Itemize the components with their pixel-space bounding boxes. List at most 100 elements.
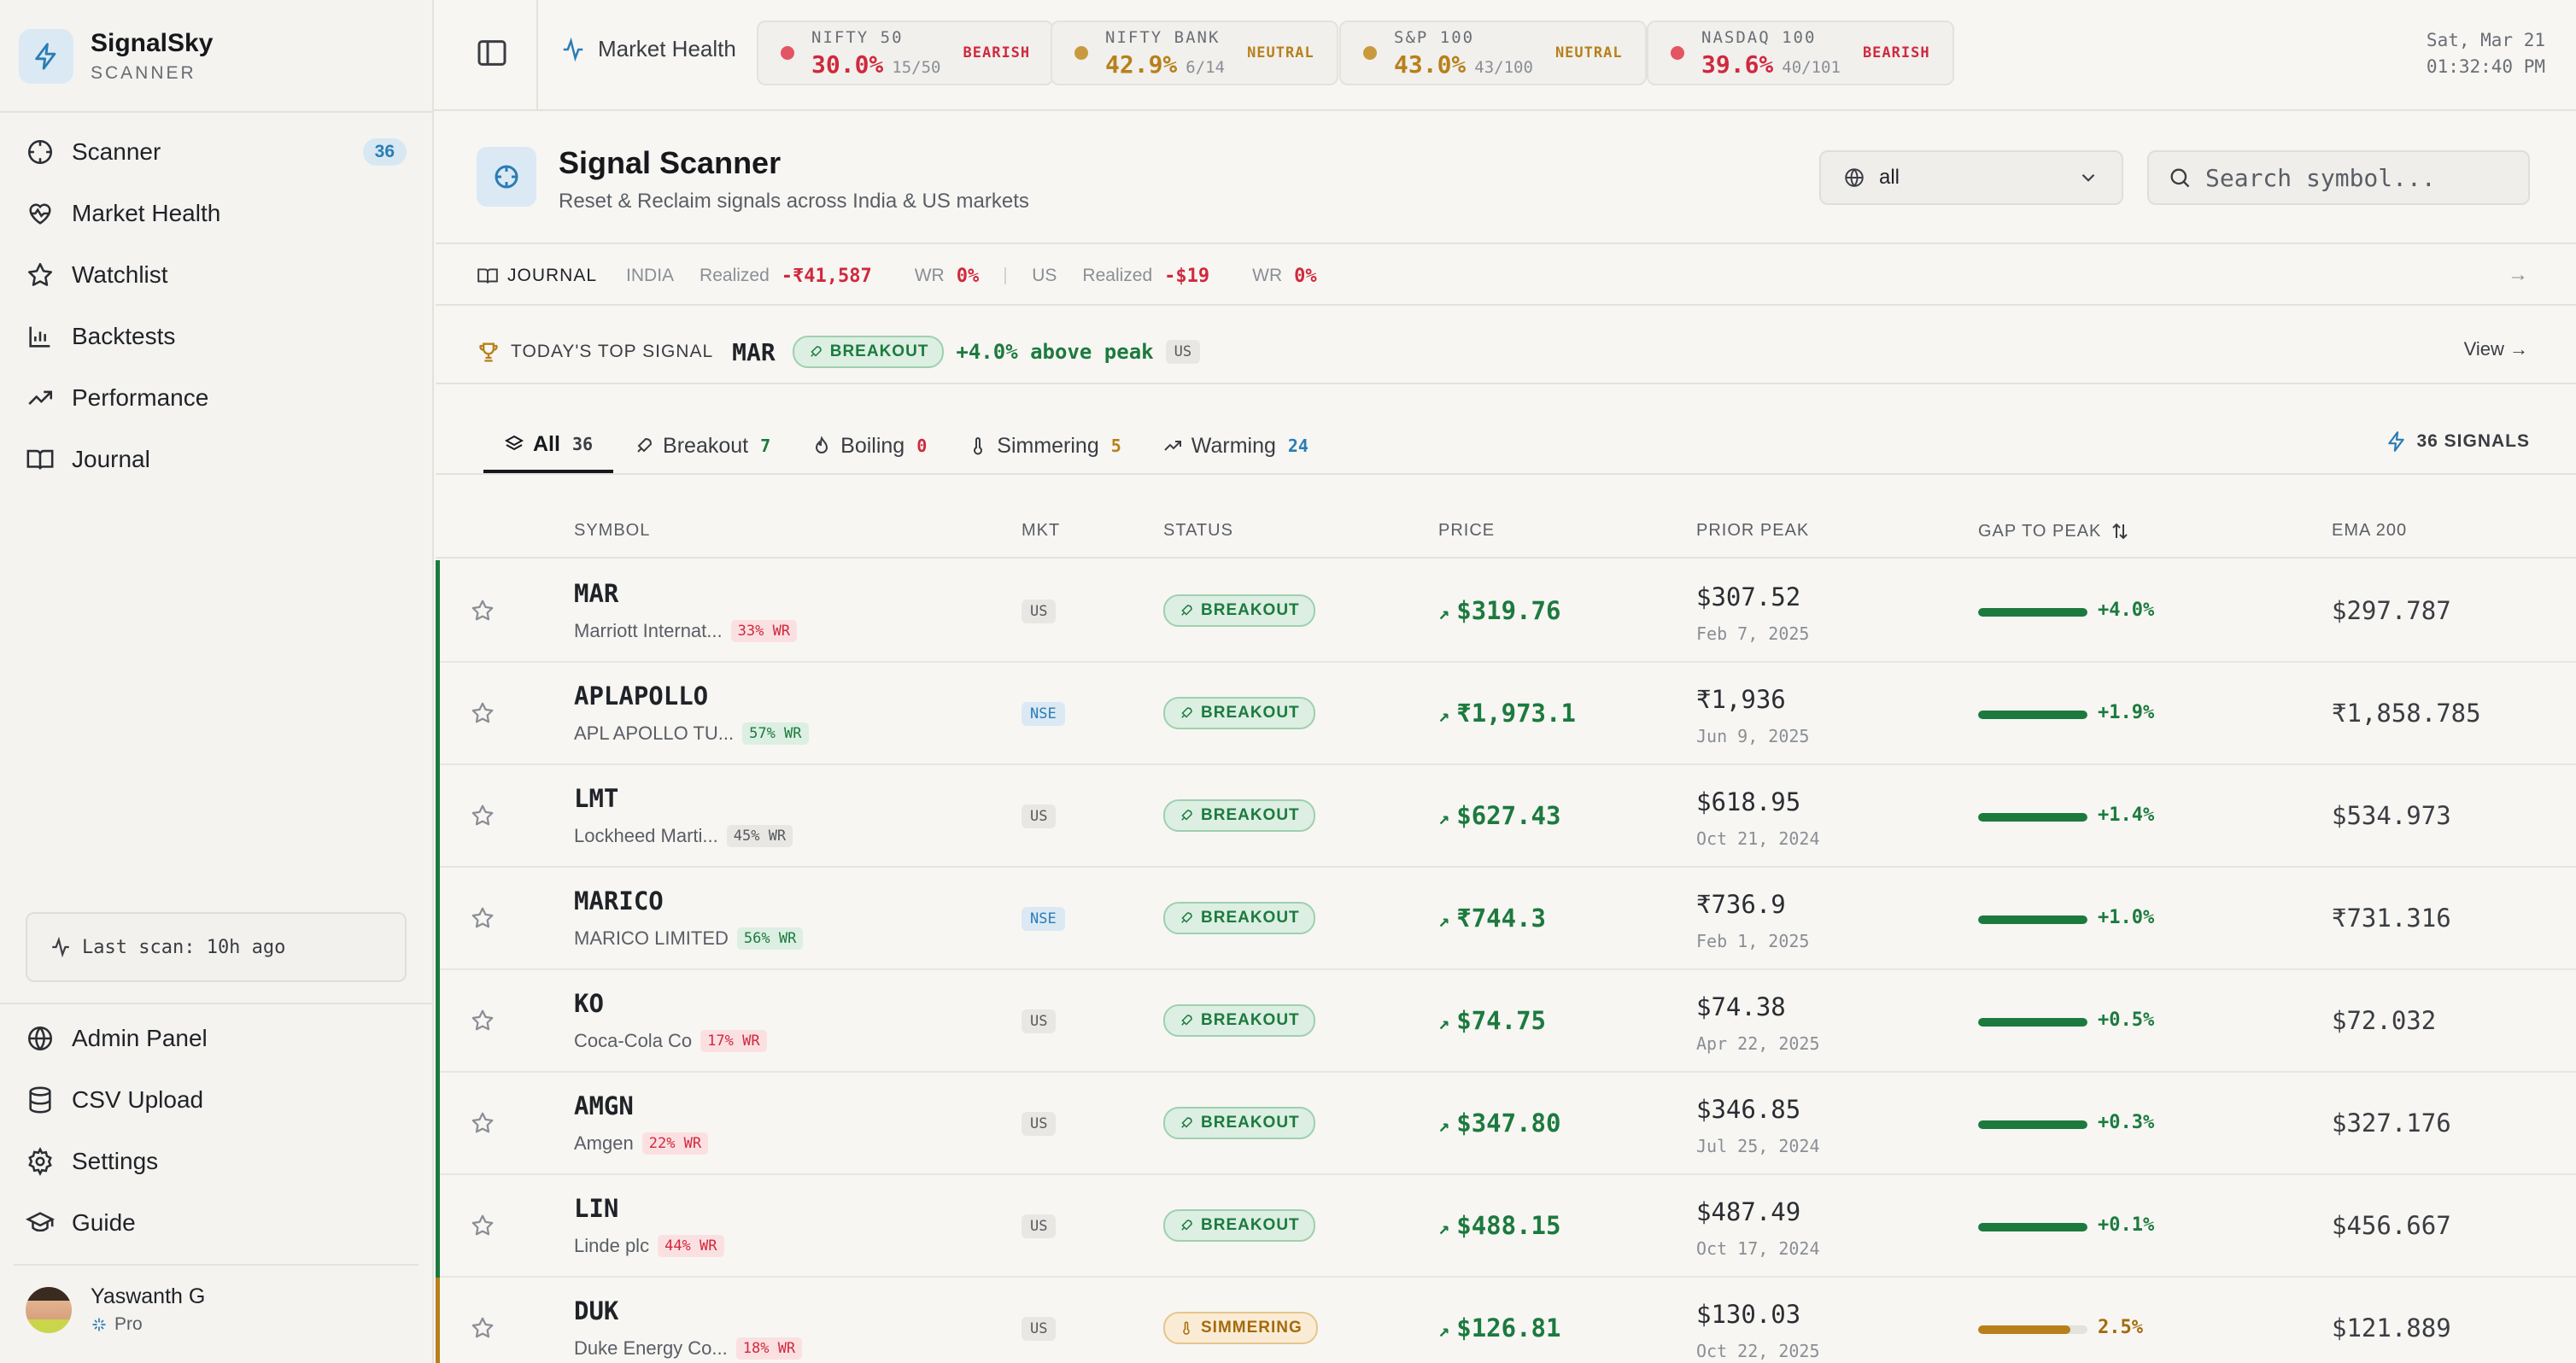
- user-profile[interactable]: Yaswanth G Pro: [26, 1284, 205, 1335]
- sidebar-item-guide[interactable]: Guide: [14, 1192, 407, 1254]
- search-input[interactable]: [2205, 163, 2513, 192]
- gap-progress-fill: [1978, 1223, 2087, 1231]
- status-badge: SIMMERING: [1163, 1312, 1318, 1344]
- index-card-sp-100[interactable]: S&P 100 43.0% 43/100 NEUTRAL: [1339, 20, 1647, 85]
- row-prior-peak: ₹736.9: [1696, 890, 1786, 919]
- index-card-nasdaq-100[interactable]: NASDAQ 100 39.6% 40/101 BEARISH: [1647, 20, 1954, 85]
- column-header-price[interactable]: PRICE: [1438, 521, 1495, 541]
- row-price-value: ₹744.3: [1456, 904, 1547, 933]
- view-top-signal-link[interactable]: View →: [2464, 338, 2528, 360]
- top-signal-status: BREAKOUT: [829, 342, 929, 360]
- column-header-gap[interactable]: GAP TO PEAK: [1978, 521, 2130, 541]
- star-icon[interactable]: [470, 1110, 495, 1136]
- gap-progress-fill: [1978, 813, 2087, 822]
- tab-boiling[interactable]: Boiling 0: [791, 418, 947, 473]
- brand[interactable]: SignalSky SCANNER: [19, 24, 213, 89]
- sidebar-item-performance[interactable]: Performance: [14, 367, 407, 429]
- search-box[interactable]: [2147, 150, 2530, 205]
- win-rate-badge: 17% WR: [700, 1030, 767, 1052]
- row-peak-date: Oct 22, 2025: [1696, 1341, 1820, 1361]
- sidebar-item-watchlist[interactable]: Watchlist: [14, 244, 407, 306]
- row-symbol[interactable]: AMGN: [574, 1091, 634, 1120]
- table-row[interactable]: APLAPOLLO APL APOLLO TU... 57% WR NSE BREAKO…: [436, 663, 2576, 765]
- status-label: BREAKOUT: [1201, 601, 1300, 619]
- star-icon[interactable]: [470, 1315, 495, 1341]
- section-divider: [436, 473, 2576, 475]
- table-row[interactable]: AMGN Amgen 22% WR US BREAKOUT ↗ $347.80 $346.85…: [436, 1073, 2576, 1175]
- tab-simmering[interactable]: Simmering 5: [947, 418, 1142, 473]
- row-symbol[interactable]: LIN: [574, 1194, 618, 1223]
- table-row[interactable]: LMT Lockheed Marti... 45% WR US BREAKOUT ↗ $62…: [436, 765, 2576, 868]
- index-sentiment: BEARISH: [1862, 44, 1930, 61]
- star-icon[interactable]: [470, 700, 495, 726]
- chevron-down-icon: [2081, 173, 2095, 182]
- star-icon[interactable]: [470, 803, 495, 828]
- tab-all[interactable]: All 36: [483, 418, 614, 473]
- status-badge: BREAKOUT: [792, 336, 945, 368]
- column-header-status[interactable]: STATUS: [1163, 521, 1233, 541]
- globe-icon: [27, 1026, 53, 1051]
- index-card-nifty-50[interactable]: NIFTY 50 30.0% 15/50 BEARISH: [757, 20, 1055, 85]
- table-row[interactable]: DUK Duke Energy Co... 18% WR US SIMMERING ↗ $1…: [436, 1278, 2576, 1363]
- row-company-name: Coca-Cola Co: [574, 1030, 693, 1051]
- arrow-right-icon[interactable]: →: [2508, 263, 2528, 287]
- star-icon[interactable]: [470, 1008, 495, 1033]
- page-title: Signal Scanner: [559, 145, 782, 180]
- market-badge: US: [1022, 600, 1057, 623]
- row-company-name: Lockheed Marti...: [574, 825, 718, 846]
- column-header-mkt[interactable]: MKT: [1022, 521, 1060, 541]
- journal-us-market: US: [1032, 266, 1057, 285]
- row-gap: +1.9%: [2098, 702, 2155, 723]
- topbar-divider: [536, 0, 538, 111]
- table-row[interactable]: KO Coca-Cola Co 17% WR US BREAKOUT ↗ $74.75 $74…: [436, 970, 2576, 1073]
- brand-subtitle: SCANNER: [91, 63, 196, 83]
- table-row[interactable]: MARICO MARICO LIMITED 56% WR NSE BREAKOUT ↗ ₹7…: [436, 868, 2576, 970]
- tab-breakout[interactable]: Breakout 7: [613, 418, 791, 473]
- sidebar-item-settings[interactable]: Settings: [14, 1131, 407, 1192]
- market-badge: US: [1165, 340, 1201, 364]
- tab-count: 7: [760, 436, 771, 456]
- market-health-link[interactable]: Market Health: [560, 36, 736, 62]
- star-icon[interactable]: [470, 1213, 495, 1238]
- row-symbol[interactable]: LMT: [574, 784, 618, 813]
- table-row[interactable]: LIN Linde plc 44% WR US BREAKOUT ↗ $488.15 $487…: [436, 1175, 2576, 1278]
- sidebar-item-csv-upload[interactable]: CSV Upload: [14, 1069, 407, 1131]
- star-icon[interactable]: [470, 598, 495, 623]
- trophy-icon: [479, 342, 498, 362]
- sidebar-item-market-health[interactable]: Market Health: [14, 183, 407, 244]
- star-icon[interactable]: [470, 905, 495, 931]
- column-header-ema[interactable]: EMA 200: [2332, 521, 2407, 541]
- column-header-prior-peak[interactable]: PRIOR PEAK: [1696, 521, 1809, 541]
- sidebar-item-admin-panel[interactable]: Admin Panel: [14, 1008, 407, 1069]
- row-symbol[interactable]: MAR: [574, 579, 618, 608]
- rocket-icon: [1181, 810, 1192, 821]
- sidebar-divider: [0, 1003, 432, 1004]
- row-symbol[interactable]: DUK: [574, 1296, 618, 1325]
- gap-progress-bar: [1978, 711, 2087, 719]
- row-symbol[interactable]: KO: [574, 989, 604, 1018]
- sidebar-item-journal[interactable]: Journal: [14, 429, 407, 490]
- bolt-logo-icon: [19, 29, 73, 84]
- index-card-nifty-bank[interactable]: NIFTY BANK 42.9% 6/14 NEUTRAL: [1051, 20, 1338, 85]
- tab-warming[interactable]: Warming 24: [1142, 418, 1329, 473]
- market-select[interactable]: all: [1819, 150, 2123, 205]
- last-scan-status: Last scan: 10h ago: [26, 912, 407, 982]
- index-name: NIFTY BANK: [1105, 27, 1221, 47]
- gap-progress-bar: [1978, 1120, 2087, 1129]
- table-row[interactable]: MAR Marriott Internat... 33% WR US BREAKOUT ↗…: [436, 560, 2576, 663]
- layers-icon: [504, 435, 524, 451]
- flame-icon: [816, 436, 828, 453]
- column-header-symbol[interactable]: SYMBOL: [574, 521, 650, 541]
- tab-label: Warming: [1191, 433, 1276, 458]
- row-symbol[interactable]: MARICO: [574, 886, 664, 915]
- row-symbol[interactable]: APLAPOLLO: [574, 682, 708, 711]
- row-price: ↗ $488.15: [1438, 1211, 1560, 1240]
- sort-icon: [2112, 523, 2128, 540]
- sidebar-toggle-icon[interactable]: [475, 36, 509, 70]
- index-sentiment: NEUTRAL: [1247, 44, 1314, 61]
- sidebar-item-scanner[interactable]: Scanner 36: [14, 121, 407, 183]
- rocket-icon: [1181, 912, 1192, 923]
- sidebar-item-backtests[interactable]: Backtests: [14, 306, 407, 367]
- journal-summary[interactable]: JOURNAL INDIA Realized -₹41,587 WR 0% US…: [477, 261, 1317, 290]
- row-gap: +4.0%: [2098, 600, 2155, 621]
